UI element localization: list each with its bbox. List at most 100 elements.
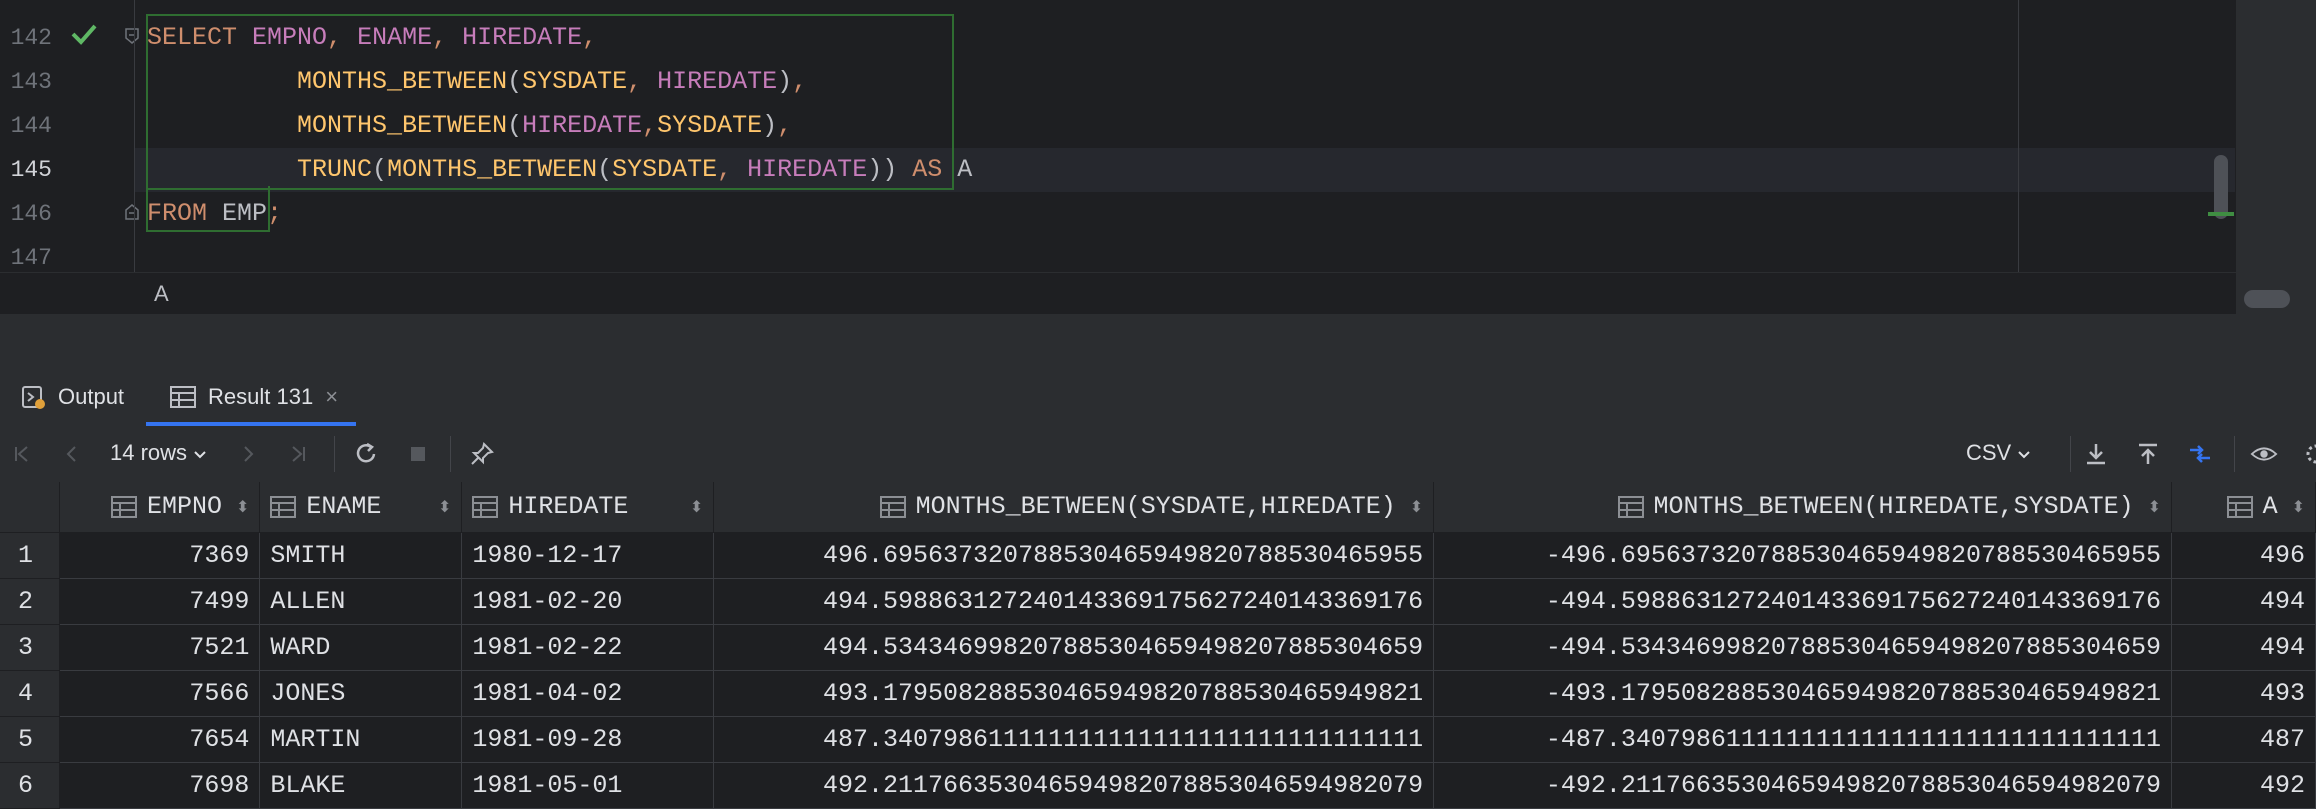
table-cell[interactable]: 7369 [59, 532, 261, 579]
table-cell[interactable]: 494.534346998207885304659498207885304659 [713, 624, 1435, 671]
code-line-143[interactable]: MONTHS_BETWEEN(SYSDATE, HIREDATE), [147, 60, 807, 104]
sort-icon[interactable]: ⬍ [2148, 497, 2161, 517]
table-cell[interactable]: BLAKE [259, 762, 463, 809]
table-cell[interactable]: 7499 [59, 578, 261, 625]
change-marker [2208, 212, 2234, 216]
column-label: MONTHS_BETWEEN(SYSDATE,HIREDATE) [915, 492, 1396, 522]
fold-marker-icon[interactable] [125, 28, 139, 44]
table-cell[interactable]: 1981-04-02 [461, 670, 715, 717]
table-cell[interactable]: 1981-05-01 [461, 762, 715, 809]
result-toolbar: 14 rows CSV [0, 426, 2316, 483]
table-cell[interactable]: WARD [259, 624, 463, 671]
sort-icon[interactable]: ⬍ [690, 497, 703, 517]
tab-result-131[interactable]: Result 131 × [170, 368, 338, 426]
code-line-144[interactable]: MONTHS_BETWEEN(HIREDATE,SYSDATE), [147, 104, 792, 148]
table-cell[interactable]: 1980-12-17 [461, 532, 715, 579]
code-token: ; [267, 199, 283, 228]
row-number: 4 [0, 670, 61, 717]
previous-page-icon[interactable] [58, 440, 86, 468]
tab-output[interactable]: Output [20, 368, 124, 426]
table-cell[interactable]: -496.69563732078853046594982078853046595… [1433, 532, 2172, 579]
editor-vertical-scrollbar[interactable] [2214, 155, 2228, 219]
stop-icon[interactable] [404, 440, 432, 468]
last-page-icon[interactable] [284, 440, 312, 468]
table-cell[interactable]: -492.21176635304659498207885304659498207… [1433, 762, 2172, 809]
settings-icon[interactable] [2298, 440, 2316, 468]
line-number: 143 [10, 69, 52, 95]
fold-end-marker-icon[interactable] [125, 204, 139, 220]
table-cell[interactable]: 1981-02-20 [461, 578, 715, 625]
table-cell[interactable]: 494 [2171, 578, 2316, 625]
table-cell[interactable]: SMITH [259, 532, 463, 579]
table-cell[interactable]: 492.211766353046594982078853046594982079 [713, 762, 1435, 809]
column-icon [472, 495, 499, 518]
code-token: A [957, 155, 973, 184]
table-row[interactable]: 4 7566 JONES 1981-04-02 493.1795082885304659… [0, 670, 2316, 717]
table-cell[interactable]: 7566 [59, 670, 261, 717]
tab-result-label: Result 131 [208, 384, 314, 409]
code-token: MONTHS_BETWEEN [387, 155, 598, 184]
table-cell[interactable]: MARTIN [259, 716, 463, 763]
pin-icon[interactable] [468, 440, 496, 468]
sort-icon[interactable]: ⬍ [2292, 497, 2305, 517]
table-cell[interactable]: 492 [2171, 762, 2316, 809]
download-icon[interactable] [2082, 440, 2110, 468]
table-cell[interactable]: ALLEN [259, 578, 463, 625]
table-cell[interactable]: 493 [2171, 670, 2316, 717]
upload-icon[interactable] [2134, 440, 2162, 468]
table-cell[interactable]: 494.598863127240143369175627240143369176 [713, 578, 1435, 625]
editor-horizontal-scrollbar[interactable] [2244, 290, 2290, 308]
result-grid[interactable]: EMPNO ⬍ ENAME ⬍ HIREDATE ⬍ MONTHS_BETWEEN(S… [0, 482, 2316, 809]
table-cell[interactable]: 487 [2171, 716, 2316, 763]
code-token: ENAME [357, 23, 433, 52]
code-token: ( [372, 155, 388, 184]
column-header-months-between-hiredate-sysdate[interactable]: MONTHS_BETWEEN(HIREDATE,SYSDATE) ⬍ [1433, 482, 2172, 533]
code-token: HIREDATE [747, 155, 868, 184]
table-row[interactable]: 2 7499 ALLEN 1981-02-20 494.5988631272401433… [0, 578, 2316, 625]
table-cell[interactable]: -493.17950828853046594982078853046594982… [1433, 670, 2172, 717]
table-cell[interactable]: JONES [259, 670, 463, 717]
first-page-icon[interactable] [8, 440, 36, 468]
table-cell[interactable]: 1981-02-22 [461, 624, 715, 671]
eye-icon[interactable] [2250, 440, 2278, 468]
table-cell[interactable]: 494 [2171, 624, 2316, 671]
table-cell[interactable]: 487.340798611111111111111111111111111111 [713, 716, 1435, 763]
row-number: 1 [0, 532, 61, 579]
sql-editor[interactable]: 141 142 143 144 145 146 147 SELECT EMPNO… [0, 0, 2316, 272]
sort-icon[interactable]: ⬍ [438, 497, 451, 517]
table-cell[interactable]: 496.695637320788530465949820788530465955 [713, 532, 1435, 579]
compare-icon[interactable] [2186, 440, 2214, 468]
table-cell[interactable]: 493.179508288530465949820788530465949821 [713, 670, 1435, 717]
code-line-146[interactable]: FROM EMP; [147, 192, 282, 236]
column-header-empno[interactable]: EMPNO ⬍ [59, 482, 261, 533]
table-row[interactable]: 5 7654 MARTIN 1981-09-28 487.340798611111111… [0, 716, 2316, 763]
refresh-icon[interactable] [352, 440, 380, 468]
table-cell[interactable]: -494.53434699820788530465949820788530465… [1433, 624, 2172, 671]
table-cell[interactable]: 1981-09-28 [461, 716, 715, 763]
table-cell[interactable]: 7654 [59, 716, 261, 763]
close-icon[interactable]: × [325, 384, 338, 410]
table-cell[interactable]: 496 [2171, 532, 2316, 579]
column-header-months-between-sysdate-hiredate[interactable]: MONTHS_BETWEEN(SYSDATE,HIREDATE) ⬍ [713, 482, 1435, 533]
breadcrumb[interactable]: A [154, 281, 169, 307]
table-cell[interactable]: 7698 [59, 762, 261, 809]
column-header-hiredate[interactable]: HIREDATE ⬍ [461, 482, 715, 533]
line-number: 142 [10, 25, 52, 51]
column-header-ename[interactable]: ENAME ⬍ [259, 482, 463, 533]
table-row[interactable]: 1 7369 SMITH 1980-12-17 496.6956373207885304… [0, 532, 2316, 579]
table-cell[interactable]: 7521 [59, 624, 261, 671]
code-line-142[interactable]: SELECT EMPNO, ENAME, HIREDATE, [147, 16, 597, 60]
table-cell[interactable]: -494.59886312724014336917562724014336917… [1433, 578, 2172, 625]
next-page-icon[interactable] [234, 440, 262, 468]
column-header-a[interactable]: A ⬍ [2171, 482, 2316, 533]
sort-icon[interactable]: ⬍ [1410, 497, 1423, 517]
sort-icon[interactable]: ⬍ [236, 497, 249, 517]
table-row[interactable]: 3 7521 WARD 1981-02-22 494.53434699820788530… [0, 624, 2316, 671]
services-tab-bar: Output Result 131 × [0, 368, 2316, 427]
code-line-145[interactable]: TRUNC(MONTHS_BETWEEN(SYSDATE, HIREDATE))… [147, 148, 972, 192]
code-token: EMP [222, 199, 268, 228]
export-format-dropdown[interactable]: CSV [1966, 440, 2031, 466]
table-cell[interactable]: -487.34079861111111111111111111111111111… [1433, 716, 2172, 763]
row-count-dropdown[interactable]: 14 rows [110, 440, 207, 466]
table-row[interactable]: 6 7698 BLAKE 1981-05-01 492.2117663530465949… [0, 762, 2316, 809]
